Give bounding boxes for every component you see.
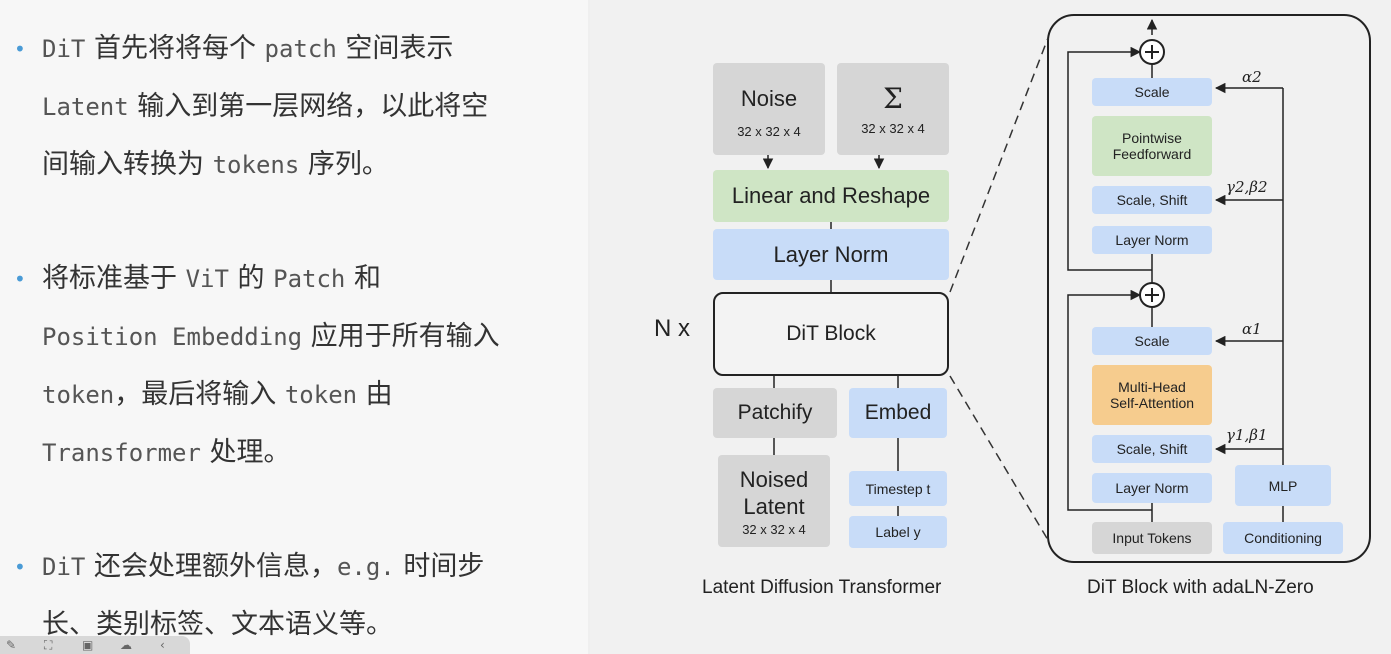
text-segment: 时间步 — [394, 551, 485, 582]
alpha1-label: α1 — [1242, 320, 1262, 338]
text-segment: 首先将将每个 — [85, 33, 265, 64]
sigma-output-box: Σ 32 x 32 x 4 — [837, 63, 949, 155]
code-term: tokens — [212, 151, 300, 179]
code-term: Latent — [42, 93, 129, 121]
patchify-box: Patchify — [713, 388, 837, 438]
mlp-box: MLP — [1235, 465, 1331, 506]
label-box: Label y — [849, 516, 947, 548]
crop-icon[interactable]: ⛶ — [44, 638, 52, 653]
text-segment: 和 — [345, 263, 381, 294]
code-term: Position Embedding — [42, 323, 303, 351]
dit-architecture-figure: Noise 32 x 32 x 4 Σ 32 x 32 x 4 Linear a… — [590, 0, 1391, 654]
text-segment: 应用于所有输入 — [302, 321, 500, 352]
code-term: Transformer — [42, 439, 201, 467]
right-caption: DiT Block with adaLN-Zero — [1087, 577, 1314, 598]
noise-title: Noise — [740, 85, 798, 111]
bullet-2: • 将标准基于 ViT 的 Patch 和 Position Embedding … — [14, 250, 574, 482]
mha-box: Multi-Head Self-Attention — [1092, 365, 1212, 425]
sigma-dim: 32 x 32 x 4 — [861, 121, 925, 136]
noised-label-2: Latent — [743, 493, 805, 519]
alpha2-label: α2 — [1242, 68, 1262, 86]
bullet-line: DiT 还会处理额外信息，e.g. 时间步 — [14, 538, 574, 596]
bullet-1: • DiT 首先将将每个 patch 空间表示 Latent 输入到第一层网络，以… — [14, 20, 574, 194]
bullet-line: Position Embedding 应用于所有输入 — [14, 308, 574, 366]
code-term: token — [284, 381, 358, 409]
text-segment: ，最后将输入 — [114, 379, 285, 410]
code-term: Patch — [273, 265, 346, 293]
text-segment: 输入到第一层网络，以此将空 — [128, 91, 489, 122]
scale-shift-top-box: Scale, Shift — [1092, 186, 1212, 214]
bullet-dot-icon: • — [14, 37, 26, 61]
linear-reshape-box: Linear and Reshape — [713, 170, 949, 222]
mha-label-2: Self-Attention — [1109, 395, 1195, 411]
bullet-line: 间输入转换为 tokens 序列。 — [14, 136, 574, 194]
slide-text-panel: • DiT 首先将将每个 patch 空间表示 Latent 输入到第一层网络，以… — [0, 0, 588, 654]
text-segment: 处理。 — [200, 437, 291, 468]
bullet-line: Transformer 处理。 — [14, 424, 574, 482]
code-term: token — [42, 381, 115, 409]
text-segment: 由 — [357, 379, 393, 410]
conditioning-box: Conditioning — [1223, 522, 1343, 554]
chat-icon[interactable]: ☁ — [120, 638, 132, 652]
code-term: e.g. — [336, 553, 395, 581]
noised-dim: 32 x 32 x 4 — [742, 521, 806, 537]
layer-norm-bottom-box: Layer Norm — [1092, 473, 1212, 503]
mha-label-1: Multi-Head — [1118, 379, 1186, 395]
layer-norm-top-box: Layer Norm — [1092, 226, 1212, 254]
zoom-line-top — [949, 37, 1049, 293]
diagram-connectors — [762, 14, 1371, 563]
noise-output-box: Noise 32 x 32 x 4 — [713, 63, 825, 155]
code-term: ViT — [185, 265, 229, 293]
input-tokens-box: Input Tokens — [1092, 522, 1212, 554]
code-term: patch — [264, 35, 337, 63]
scale-top-box: Scale — [1092, 78, 1212, 106]
presentation-toolbar: ✎ ⛶ ▣ ☁ ‹ — [0, 636, 190, 654]
bullet-line: 将标准基于 ViT 的 Patch 和 — [14, 250, 574, 308]
text-segment: 间输入转换为 — [42, 149, 213, 180]
timestep-box: Timestep t — [849, 471, 947, 506]
bullet-line: token，最后将输入 token 由 — [14, 366, 574, 424]
image-icon[interactable]: ▣ — [82, 638, 93, 652]
noised-latent-box: Noised Latent 32 x 32 x 4 — [718, 455, 830, 547]
pointwise-ff-box: Pointwise Feedforward — [1092, 116, 1212, 176]
bullet-line: DiT 首先将将每个 patch 空间表示 — [14, 20, 574, 78]
back-icon[interactable]: ‹ — [160, 638, 165, 652]
text-segment: 序列。 — [299, 149, 389, 180]
text-segment: 的 — [228, 263, 274, 294]
bullet-dot-icon: • — [14, 555, 26, 579]
pen-icon[interactable]: ✎ — [6, 638, 16, 652]
bullet-line: Latent 输入到第一层网络，以此将空 — [14, 78, 574, 136]
bullet-dot-icon: • — [14, 267, 26, 291]
embed-box: Embed — [849, 388, 947, 438]
code-term: DiT — [42, 553, 86, 581]
layer-norm-box: Layer Norm — [713, 229, 949, 280]
pointwise-label-1: Pointwise — [1122, 130, 1182, 146]
zoom-line-bottom — [949, 375, 1049, 541]
noised-label-1: Noised — [739, 466, 809, 492]
scale-bottom-box: Scale — [1092, 327, 1212, 355]
sigma-title: Σ — [883, 82, 903, 115]
noise-dim: 32 x 32 x 4 — [737, 123, 801, 139]
text-segment: 空间表示 — [336, 33, 454, 64]
code-term: DiT — [42, 35, 86, 63]
scale-shift-bottom-box: Scale, Shift — [1092, 435, 1212, 463]
n-times-label: N x — [654, 315, 690, 342]
left-caption: Latent Diffusion Transformer — [702, 577, 942, 598]
dit-block-box: DiT Block — [713, 292, 949, 376]
text-segment: 还会处理额外信息， — [85, 551, 337, 582]
gamma1-beta1-label: γ1,β1 — [1226, 426, 1268, 444]
pointwise-label-2: Feedforward — [1112, 146, 1192, 162]
gamma2-beta2-label: γ2,β2 — [1226, 178, 1268, 196]
text-segment: 将标准基于 — [42, 263, 186, 294]
